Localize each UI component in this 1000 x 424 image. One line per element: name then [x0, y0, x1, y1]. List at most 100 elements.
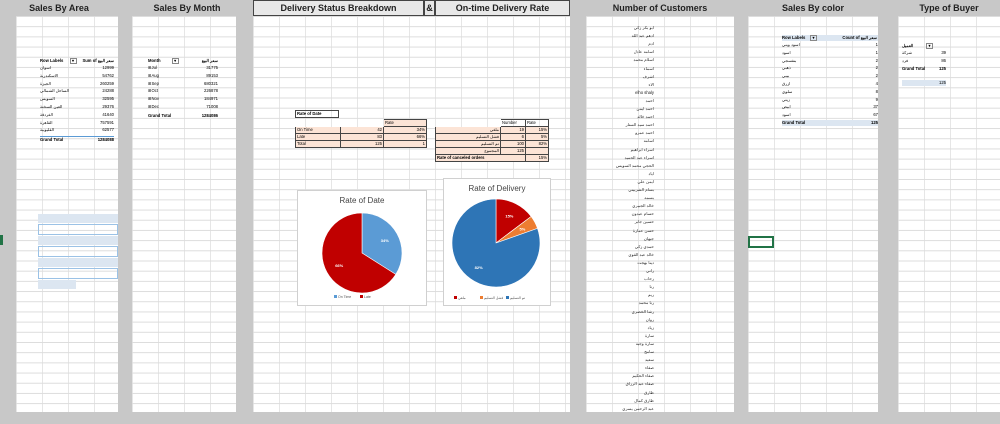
color-label: اسود [782, 112, 791, 118]
delivery-rate-table: Number Rate ملغي 19 15% فشل التسليم 6 5%… [435, 119, 549, 162]
color-value: 8 [875, 88, 878, 94]
pie-data-label: 5% [520, 226, 526, 231]
color-row: ذهبي 2 [782, 65, 878, 71]
sheet-left-marker [0, 235, 3, 245]
month-row: ⊞Oct 226878 [148, 88, 218, 94]
rate-of-date-title: Rate of Date [295, 110, 339, 118]
selected-cell[interactable] [748, 236, 774, 248]
filter-dropdown-icon[interactable]: ▾ [810, 35, 817, 41]
row-label: تم التسليم [435, 140, 501, 148]
buyer-label: فرد [902, 57, 909, 63]
color-row: اسود 67 [782, 112, 878, 118]
color-label: بيبي [782, 73, 790, 79]
area-row: الاسكندرية 54762 [40, 73, 114, 79]
customer-name: طارق كمال [634, 397, 654, 403]
buyer-pivot-header: العميل ▾ [902, 43, 946, 49]
area-total-row: Grand Total 1284088 [40, 136, 114, 143]
row-count: 83 [340, 133, 384, 141]
color-total-value: 125 [871, 120, 878, 125]
month-value: 89153 [206, 72, 218, 78]
customer-name: احمد ايمن [636, 106, 654, 111]
row-number: 125 [500, 147, 526, 155]
customer-name: حمدي زكي [634, 243, 654, 249]
customer-name: ريم [648, 292, 654, 298]
filter-dropdown-icon[interactable]: ▾ [69, 58, 77, 64]
color-label: ابيض [782, 104, 791, 110]
customer-name: ابو بكر زكي [633, 25, 654, 30]
customer-name: سعيد [645, 357, 654, 363]
month-col1-label: Month [148, 58, 161, 63]
color-value: 37 [873, 104, 878, 110]
customer-name: سامح [644, 349, 654, 354]
row-number: 19 [500, 126, 526, 134]
chart-rate-of-date[interactable]: Rate of Date 34% 66% On Time Late [297, 190, 427, 306]
header-sales-by-color: Sales By color [748, 0, 878, 16]
row-label: Late [295, 133, 341, 141]
customer-name: اسلام محمد [633, 57, 655, 63]
customer-name: ادم [648, 41, 654, 47]
color-total-label: Grand Total [782, 120, 806, 125]
highlighted-cells[interactable] [38, 214, 118, 292]
area-value: 757591 [100, 119, 114, 125]
area-value: 54762 [102, 72, 114, 78]
legend-label: Late [364, 295, 371, 299]
rate-of-date-grid: Rate On Time 42 34% Late 83 66% Total 12… [295, 119, 427, 148]
buyer-row: فرد 86 [902, 58, 946, 64]
area-value: 32595 [102, 96, 114, 102]
sheet-sales-by-month[interactable]: Month ▾ سعر البيع ⊞Jul 31775 ⊞Aug 89153 ⊞Sep… [132, 16, 236, 412]
color-row: اسود 1 [782, 50, 878, 56]
customer-name: الاء [648, 81, 654, 87]
customer-name: رنا [649, 284, 654, 290]
legend-swatch [480, 296, 483, 299]
customer-name: رنا محمد [638, 300, 654, 306]
header-sales-by-month: Sales By Month [132, 0, 242, 16]
filter-dropdown-icon[interactable]: ▾ [926, 43, 933, 49]
area-row: اسوان 12999 [40, 65, 114, 71]
row-rate: 66% [383, 133, 427, 141]
customer-name: حسين جابر [634, 219, 654, 225]
month-row: ⊞Jul 31775 [148, 65, 218, 71]
row-count: 125 [340, 140, 384, 148]
area-row: السويس 32595 [40, 96, 114, 102]
customer-name: اياد [648, 170, 654, 176]
row-label: Total [295, 140, 341, 148]
area-value: 260259 [100, 80, 114, 86]
buyer-value: 39 [941, 50, 946, 55]
customer-name: اسامه [643, 138, 654, 144]
color-value: 2 [875, 73, 878, 79]
customer-name: رشا الخضري [631, 308, 654, 314]
legend-swatch [506, 296, 509, 299]
sheet-type-of-buyer[interactable]: العميل ▾ شركة 39 فرد 86 Grand Total 125 125 [898, 16, 1000, 412]
customer-name: اسراء ابراهيم [630, 146, 654, 152]
customer-name: جيهان [643, 235, 654, 241]
month-row: ⊞Nov 184971 [148, 96, 218, 102]
legend-swatch [360, 295, 363, 298]
filter-dropdown-icon[interactable]: ▾ [171, 58, 179, 64]
customer-name: حسن عمارة [632, 227, 654, 233]
pie-data-label: 82% [475, 265, 483, 270]
color-value: 1 [875, 49, 878, 55]
customer-name: دينا بهجت [637, 259, 654, 265]
area-label: الجيزة [40, 80, 51, 86]
color-label: اسود [782, 49, 791, 55]
legend-swatch [334, 295, 337, 298]
area-label: القليوبية [40, 127, 55, 133]
customer-name: خالد الجبيري [632, 203, 654, 209]
sheet-sales-by-color[interactable]: Row Labels ▾ Count of سعر البيع اسود وين… [748, 16, 878, 412]
sheet-number-of-customers[interactable]: ابو بكر زكي ادهم عبد الله ادم اسامه عادل اسل… [586, 16, 734, 412]
sheet-delivery[interactable]: Rate of Date Rate On Time 42 34% Late 83… [253, 16, 570, 412]
pie-data-label: 66% [335, 263, 343, 268]
header-number-of-customers: Number of Customers [586, 0, 734, 16]
customer-name: صفاء عبد الرزاق [625, 381, 654, 387]
area-label: السويس [40, 96, 55, 102]
color-label: اسود ويني [782, 42, 800, 47]
legend-label: فشل التسليم [484, 295, 504, 300]
color-label: بنفسجي [782, 57, 797, 63]
area-row: الجيزة 260259 [40, 81, 114, 87]
customer-name: سارة وجيه [635, 340, 654, 346]
legend-swatch [454, 296, 457, 299]
chart-rate-of-delivery[interactable]: Rate of Delivery 15% 5% 82% ملغي فشل التسليم… [443, 178, 551, 306]
color-label: سلوي [782, 88, 793, 94]
row-rate [525, 147, 549, 155]
sheet-sales-by-area[interactable]: Row Labels ▾ Sum of سعر البيع اسوان 12999… [16, 16, 118, 412]
